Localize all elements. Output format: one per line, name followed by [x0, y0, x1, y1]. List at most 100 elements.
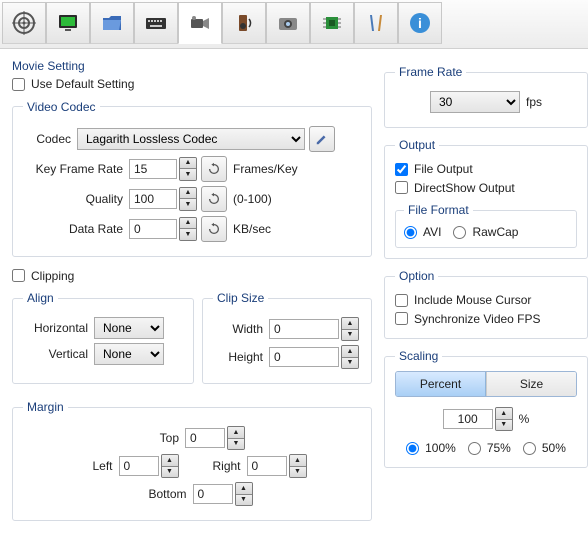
right-input[interactable] — [247, 456, 287, 476]
right-label: Right — [199, 459, 247, 473]
directshow-checkbox[interactable]: DirectShow Output — [395, 181, 515, 195]
tab-keyboard[interactable] — [134, 2, 178, 44]
framerate-group: Frame Rate 30 fps — [384, 65, 588, 128]
size-tab[interactable]: Size — [486, 372, 576, 396]
top-input[interactable] — [185, 428, 225, 448]
option-group: Option Include Mouse Cursor Synchronize … — [384, 269, 588, 339]
keyframe-label: Key Frame Rate — [23, 162, 129, 176]
clipsize-group: Clip Size Width ▲▼ Height ▲▼ — [202, 291, 372, 384]
scale-50-radio[interactable]: 50% — [523, 441, 566, 455]
tools-icon — [364, 11, 388, 35]
scale-75-radio[interactable]: 75% — [468, 441, 511, 455]
output-legend: Output — [395, 138, 439, 152]
framerate-legend: Frame Rate — [395, 65, 466, 79]
left-input[interactable] — [119, 456, 159, 476]
clipsize-legend: Clip Size — [213, 291, 268, 305]
align-group: Align Horizontal None Vertical None — [12, 291, 194, 384]
chip-icon — [320, 11, 344, 35]
tab-speaker[interactable] — [222, 2, 266, 44]
clipping-label: Clipping — [31, 269, 74, 283]
keyframe-unit: Frames/Key — [233, 162, 298, 176]
margin-group: Margin Top ▲▼ Left ▲▼ Right ▲▼ Bot — [12, 400, 372, 521]
right-spinner[interactable]: ▲▼ — [289, 454, 307, 478]
scaling-value-input[interactable] — [443, 409, 493, 429]
toolbar: i — [0, 0, 588, 49]
left-spinner[interactable]: ▲▼ — [161, 454, 179, 478]
datarate-label: Data Rate — [23, 222, 129, 236]
mouse-cursor-checkbox[interactable]: Include Mouse Cursor — [395, 293, 531, 307]
vertical-label: Vertical — [23, 347, 94, 361]
height-input[interactable] — [269, 347, 339, 367]
scaling-group: Scaling Percent Size ▲▼ % 100% 75% 50% — [384, 349, 588, 468]
movie-setting-title: Movie Setting — [12, 59, 372, 73]
avi-radio[interactable]: AVI — [404, 225, 441, 239]
codec-select[interactable]: Lagarith Lossless Codec — [77, 128, 305, 150]
tab-folder[interactable] — [90, 2, 134, 44]
quality-range: (0-100) — [233, 192, 272, 206]
tab-camera[interactable] — [266, 2, 310, 44]
video-codec-group: Video Codec Codec Lagarith Lossless Code… — [12, 100, 372, 257]
top-spinner[interactable]: ▲▼ — [227, 426, 245, 450]
quality-spinner[interactable]: ▲▼ — [179, 187, 197, 211]
content: Movie Setting Use Default Setting Video … — [0, 49, 588, 545]
datarate-input[interactable] — [129, 219, 177, 239]
bottom-input[interactable] — [193, 484, 233, 504]
info-icon: i — [408, 11, 432, 35]
bottom-label: Bottom — [132, 487, 193, 501]
scaling-mode-toggle[interactable]: Percent Size — [395, 371, 577, 397]
use-default-checkbox[interactable]: Use Default Setting — [12, 77, 134, 91]
fileformat-legend: File Format — [404, 203, 473, 217]
camcorder-icon — [188, 11, 212, 35]
vertical-select[interactable]: None — [94, 343, 164, 365]
horizontal-label: Horizontal — [23, 321, 94, 335]
bottom-spinner[interactable]: ▲▼ — [235, 482, 253, 506]
folder-icon — [100, 11, 124, 35]
top-label: Top — [139, 431, 185, 445]
datarate-unit: KB/sec — [233, 222, 271, 236]
horizontal-select[interactable]: None — [94, 317, 164, 339]
width-label: Width — [213, 322, 269, 336]
keyframe-spinner[interactable]: ▲▼ — [179, 157, 197, 181]
tab-tools[interactable] — [354, 2, 398, 44]
output-group: Output File Output DirectShow Output Fil… — [384, 138, 588, 259]
svg-text:i: i — [418, 15, 422, 31]
quality-label: Quality — [23, 192, 129, 206]
height-spinner[interactable]: ▲▼ — [341, 345, 359, 369]
camera-icon — [276, 11, 300, 35]
framerate-select[interactable]: 30 — [430, 91, 520, 113]
margin-legend: Margin — [23, 400, 68, 414]
codec-settings-button[interactable] — [309, 126, 335, 152]
height-label: Height — [213, 350, 269, 364]
tab-camcorder[interactable] — [178, 2, 222, 44]
datarate-spinner[interactable]: ▲▼ — [179, 217, 197, 241]
scale-100-radio[interactable]: 100% — [406, 441, 456, 455]
scaling-spinner[interactable]: ▲▼ — [495, 407, 513, 431]
width-spinner[interactable]: ▲▼ — [341, 317, 359, 341]
fileformat-group: File Format AVI RawCap — [395, 203, 577, 248]
scaling-unit: % — [519, 412, 530, 426]
target-icon — [12, 11, 36, 35]
quality-input[interactable] — [129, 189, 177, 209]
quality-reset-button[interactable] — [201, 186, 227, 212]
video-codec-legend: Video Codec — [23, 100, 100, 114]
file-output-checkbox[interactable]: File Output — [395, 162, 473, 176]
datarate-reset-button[interactable] — [201, 216, 227, 242]
tab-info[interactable]: i — [398, 2, 442, 44]
tab-target[interactable] — [2, 2, 46, 44]
tab-monitor[interactable] — [46, 2, 90, 44]
sync-fps-checkbox[interactable]: Synchronize Video FPS — [395, 312, 541, 326]
speaker-icon — [232, 11, 256, 35]
width-input[interactable] — [269, 319, 339, 339]
reset-icon — [207, 222, 221, 236]
rawcap-radio[interactable]: RawCap — [453, 225, 518, 239]
clipping-checkbox[interactable]: Clipping — [12, 269, 74, 283]
framerate-unit: fps — [526, 95, 542, 109]
keyframe-reset-button[interactable] — [201, 156, 227, 182]
tab-chip[interactable] — [310, 2, 354, 44]
keyframe-input[interactable] — [129, 159, 177, 179]
monitor-icon — [56, 11, 80, 35]
reset-icon — [207, 192, 221, 206]
reset-icon — [207, 162, 221, 176]
codec-label: Codec — [23, 132, 77, 146]
percent-tab[interactable]: Percent — [396, 372, 486, 396]
